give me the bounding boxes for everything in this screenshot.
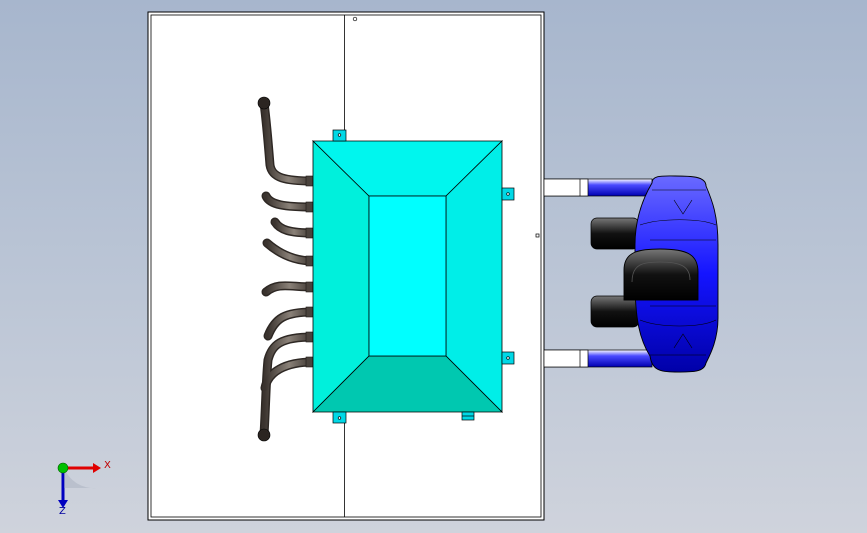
- blower-assembly[interactable]: [543, 175, 719, 373]
- motor-cap: [623, 248, 699, 301]
- axis-x-arrow: [93, 463, 101, 473]
- pod-lower: [590, 295, 640, 328]
- axis-z-label: Z: [59, 506, 66, 517]
- view-triad-icon: X Z: [57, 460, 111, 517]
- graphics-viewport[interactable]: X Z: [0, 0, 867, 533]
- sheet-marker-top: [352, 16, 358, 22]
- tank-lid: [368, 195, 447, 357]
- pipe-end-top: [257, 96, 271, 110]
- tank[interactable]: [312, 140, 503, 413]
- axis-y-dot: [57, 462, 69, 474]
- pod-upper: [590, 217, 640, 250]
- axis-x-label: X: [104, 460, 111, 471]
- sheet-marker-right: [535, 233, 540, 238]
- pipe-end-bottom: [257, 428, 271, 442]
